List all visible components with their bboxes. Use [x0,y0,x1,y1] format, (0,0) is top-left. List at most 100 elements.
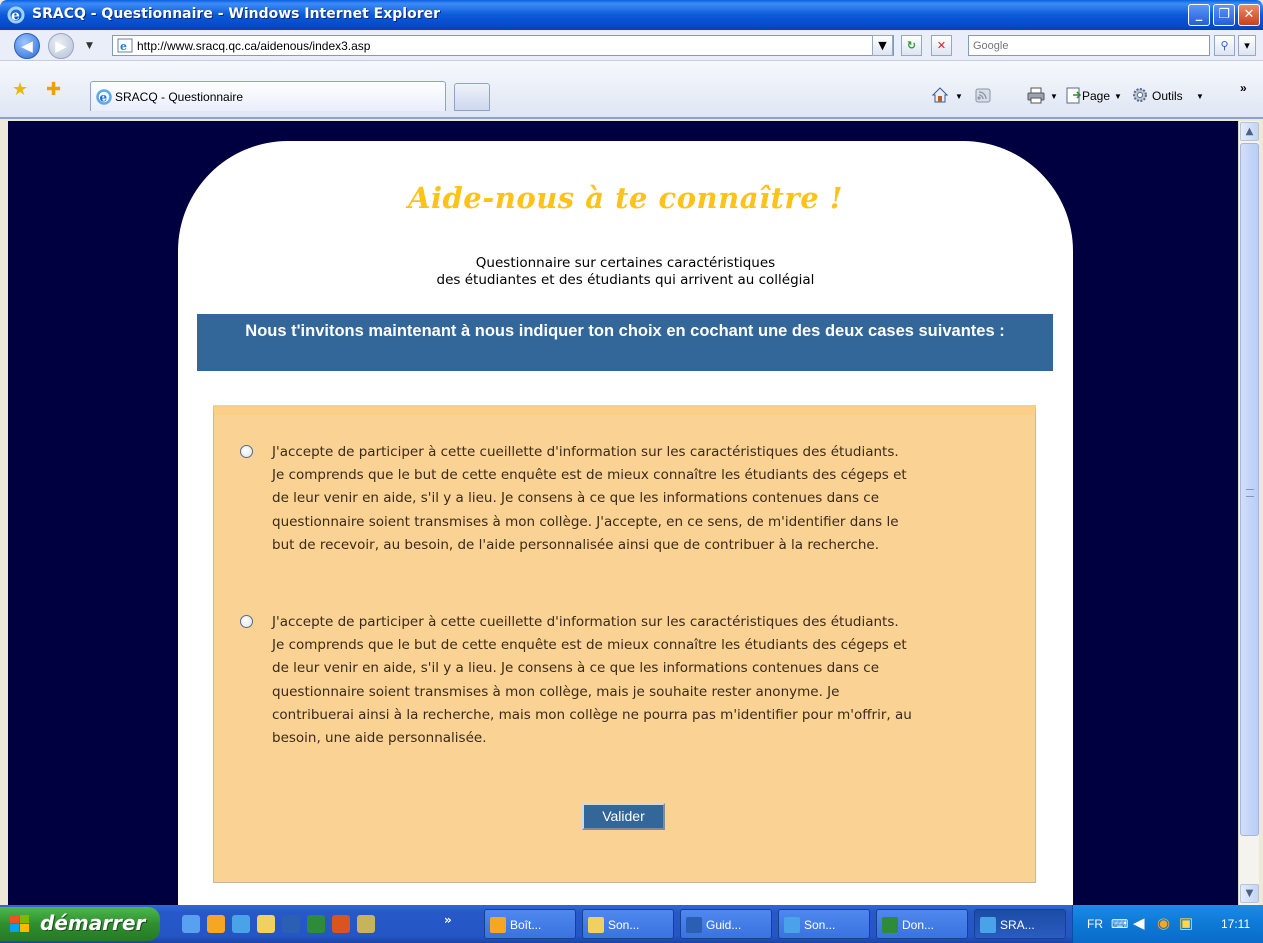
url-text[interactable]: http://www.sracq.qc.ca/aidenous/index3.a… [137,39,370,53]
task-item-active[interactable]: SRA... [974,909,1066,939]
scroll-grip [1246,489,1254,497]
keyboard-icon[interactable]: ⌨ [1111,917,1128,931]
task-label: Son... [608,918,640,932]
page-dropdown-icon[interactable]: ▼ [1114,92,1122,101]
svg-text:e: e [100,91,108,105]
svg-text:e: e [11,8,20,24]
radio-identified[interactable] [240,445,253,458]
subtitle-line-1: Questionnaire sur certaines caractéristi… [475,255,776,271]
quicklaunch-folder-icon[interactable] [257,915,275,933]
search-options-button[interactable]: ▾ [1238,35,1256,56]
page-icon: e [117,38,133,53]
scroll-thumb[interactable] [1240,143,1259,836]
favorites-star-icon[interactable]: ★ [12,79,28,100]
quicklaunch-outlook-icon[interactable] [207,915,225,933]
search-button[interactable]: ⚲ [1214,35,1235,56]
search-input[interactable] [973,37,1203,55]
clock: 17:11 [1221,917,1251,931]
folder-icon [588,917,604,933]
close-button[interactable]: ✕ [1238,4,1260,26]
language-indicator[interactable]: FR [1087,917,1103,931]
start-label: démarrer [40,911,146,935]
search-box[interactable] [968,35,1210,56]
page-viewport: Aide-nous à te connaître ! Questionnaire… [8,121,1238,905]
window-title: SRACQ - Questionnaire - Windows Internet… [32,6,440,22]
submit-button[interactable]: Valider [582,803,665,830]
quicklaunch-word-icon[interactable] [282,915,300,933]
instruction-banner: Nous t'invitons maintenant à nous indiqu… [197,314,1053,371]
vertical-scrollbar[interactable]: ▲ ▼ [1238,121,1259,905]
address-dropdown-button[interactable]: ▼ [872,35,893,56]
option-text: J'accepte de participer à cette cueillet… [272,614,912,747]
search-icon: ⚲ [1220,39,1229,52]
consent-option-anonymous[interactable]: J'accepte de participer à cette cueillet… [240,611,912,771]
forward-button[interactable]: ▶ [48,33,74,59]
ie-logo-icon: e [7,6,25,24]
stop-button[interactable]: ✕ [931,35,952,56]
tray-expand-icon[interactable]: ◀ [1133,914,1145,932]
task-item[interactable]: Son... [778,909,870,939]
word-icon [686,917,702,933]
scroll-up-button[interactable]: ▲ [1240,122,1259,141]
page-menu-label[interactable]: Page [1082,89,1110,103]
task-label: Son... [804,918,836,932]
print-dropdown-icon[interactable]: ▼ [1050,92,1058,101]
tools-menu-label[interactable]: Outils [1152,89,1183,103]
tab-label: SRACQ - Questionnaire [115,90,244,104]
quicklaunch-excel-icon[interactable] [307,915,325,933]
refresh-button[interactable]: ↻ [901,35,922,56]
chevron-down-icon: ▼ [878,39,887,52]
tab-sracq-questionnaire[interactable]: e SRACQ - Questionnaire [90,81,446,111]
history-dropdown-icon[interactable]: ▼ [86,41,93,51]
back-button[interactable]: ◀ [14,33,40,59]
address-bar[interactable]: e http://www.sracq.qc.ca/aidenous/index3… [112,35,894,56]
add-favorite-icon[interactable]: ✚ [46,79,61,100]
outlook-icon [490,917,506,933]
quicklaunch-ie2-icon[interactable] [232,915,250,933]
antivirus-tray-icon[interactable]: ▣ [1179,914,1193,932]
content-panel: Aide-nous à te connaître ! Questionnaire… [178,141,1073,905]
minimize-button[interactable]: _ [1188,4,1210,26]
stop-icon: ✕ [936,39,947,52]
more-commands-icon[interactable]: » [1240,81,1247,95]
page-heading: Aide-nous à te connaître ! [408,181,843,215]
forward-arrow-icon: ▶ [55,37,67,55]
windows-flag-icon [10,915,29,932]
feeds-icon[interactable] [973,85,993,105]
task-item[interactable]: Boît... [484,909,576,939]
chevron-down-icon: ▾ [1244,39,1250,52]
radio-anonymous[interactable] [240,615,253,628]
system-tray: FR ⌨ ◀ ◉ ▣ 17:11 [1072,905,1263,943]
excel-icon [882,917,898,933]
maximize-button[interactable]: ❐ [1213,4,1235,26]
task-label: Boît... [510,918,542,932]
task-item[interactable]: Don... [876,909,968,939]
outlook-tray-icon[interactable]: ◉ [1157,914,1170,932]
quicklaunch-powerpoint-icon[interactable] [332,915,350,933]
ie-icon [784,917,800,933]
svg-text:e: e [120,40,127,53]
ie-icon [980,917,996,933]
refresh-icon: ↻ [906,39,917,52]
task-item[interactable]: Guid... [680,909,772,939]
tools-dropdown-icon[interactable]: ▼ [1196,92,1204,101]
print-icon[interactable] [1026,85,1046,105]
home-icon[interactable] [930,85,950,105]
new-tab-button[interactable] [454,83,490,111]
taskbar: démarrer » Boît... Son... Guid... Son...… [0,905,1263,943]
task-label: Don... [902,918,935,932]
quicklaunch-ie-icon[interactable] [182,915,200,933]
back-arrow-icon: ◀ [21,37,33,55]
ie-tab-icon: e [96,89,112,105]
scroll-down-button[interactable]: ▼ [1240,884,1259,903]
questionnaire-subtitle: Questionnaire sur certaines caractéristi… [178,255,1073,289]
gear-icon[interactable] [1130,85,1150,105]
home-dropdown-icon[interactable]: ▼ [955,92,963,101]
task-item[interactable]: Son... [582,909,674,939]
quicklaunch-app-icon[interactable] [357,915,375,933]
quicklaunch-chevron[interactable]: » [444,913,452,927]
start-button[interactable]: démarrer [0,907,160,941]
page-menu-icon[interactable] [1063,85,1083,105]
consent-option-identified[interactable]: J'accepte de participer à cette cueillet… [240,441,907,601]
consent-form: J'accepte de participer à cette cueillet… [213,405,1036,883]
